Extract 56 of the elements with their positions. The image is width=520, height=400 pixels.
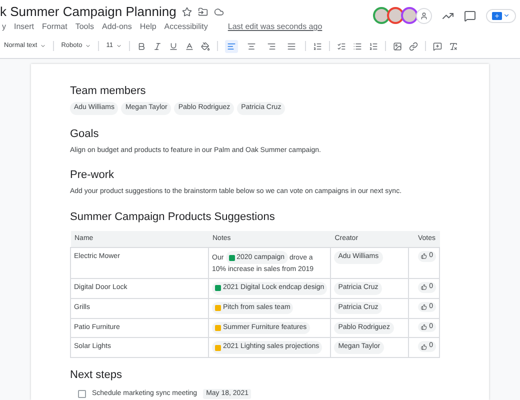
comment-icon[interactable]: [464, 10, 476, 22]
highlight-icon[interactable]: [200, 42, 210, 50]
align-icon: [246, 42, 256, 50]
spreadsheet-icon: [228, 254, 235, 260]
align-icon: [226, 42, 236, 50]
menu-item[interactable]: Format: [42, 21, 68, 33]
spreadsheet-icon: [215, 285, 221, 292]
document-title[interactable]: k Summer Campaign Planning: [0, 4, 176, 20]
share-people-icon[interactable]: [416, 8, 432, 24]
clear-formatting-icon[interactable]: [448, 42, 458, 50]
last-edit-link[interactable]: Last edit was seconds ago: [228, 21, 322, 33]
thumbs-up-icon: [421, 253, 428, 260]
avatar[interactable]: [401, 7, 418, 24]
section-heading: Summer Campaign Products Suggestions: [70, 210, 276, 224]
thumbs-up-icon: [421, 284, 428, 290]
folder-icon[interactable]: [198, 7, 208, 17]
menu-item[interactable]: Insert: [14, 21, 34, 33]
bold-icon[interactable]: [136, 42, 146, 50]
caret-icon: [40, 43, 46, 49]
caret-icon: [85, 43, 92, 49]
thumbs-up-icon: [421, 324, 428, 330]
present-icon: [492, 12, 502, 20]
star-icon[interactable]: [182, 7, 192, 17]
cloud-icon[interactable]: [214, 7, 224, 17]
add-comment-icon[interactable]: [432, 42, 442, 50]
bulleted-list-icon[interactable]: [352, 42, 362, 50]
align-button[interactable]: [224, 40, 238, 52]
slides-icon: [215, 305, 221, 311]
align-icon: [266, 42, 276, 50]
menu-item[interactable]: Tools: [75, 21, 94, 33]
section-heading: Team members: [70, 84, 147, 98]
checkbox[interactable]: [78, 390, 86, 398]
section-heading: Goals: [70, 126, 100, 140]
thumbs-up-icon: [421, 344, 428, 350]
section-heading: Next steps: [70, 368, 123, 383]
menu-item[interactable]: Accessibility: [164, 21, 208, 33]
link-icon[interactable]: [408, 42, 418, 50]
menu-item[interactable]: y: [2, 21, 6, 33]
numbered-list-icon[interactable]: [368, 42, 378, 50]
thumbs-up-icon: [421, 304, 428, 310]
text-color-icon[interactable]: [184, 42, 194, 50]
section-heading: Pre-work: [70, 168, 116, 182]
slides-icon: [215, 324, 221, 331]
image-icon[interactable]: [392, 42, 402, 50]
caret-icon: [116, 43, 122, 49]
avatar[interactable]: [387, 7, 404, 24]
italic-icon[interactable]: [152, 42, 162, 50]
align-icon: [286, 42, 296, 50]
menu-item[interactable]: Help: [140, 21, 156, 33]
caret-icon: [503, 12, 510, 19]
underline-icon[interactable]: [168, 42, 178, 50]
avatar[interactable]: [373, 7, 390, 24]
present-button[interactable]: [486, 8, 516, 22]
menu-item[interactable]: Add-ons: [102, 21, 132, 33]
slides-icon: [215, 344, 221, 350]
checklist-icon[interactable]: [336, 42, 346, 50]
